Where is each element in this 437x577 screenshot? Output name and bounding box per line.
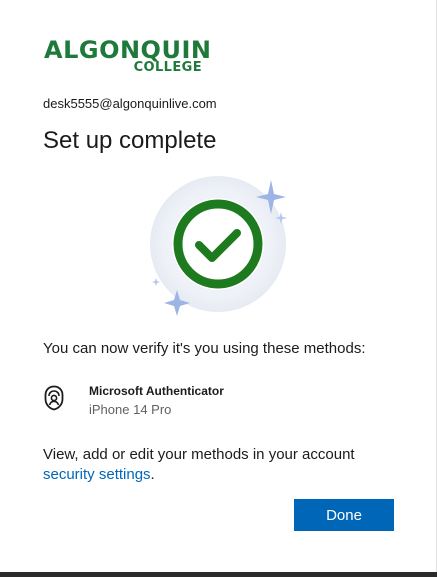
methods-description: You can now verify it's you using these … <box>43 340 366 357</box>
done-button[interactable]: Done <box>294 499 394 531</box>
page-title: Set up complete <box>43 127 217 154</box>
account-email: desk5555@algonquinlive.com <box>43 96 217 111</box>
inner-disc <box>172 198 264 290</box>
manage-text-suffix: . <box>150 466 155 483</box>
success-illustration <box>140 176 300 326</box>
method-item-authenticator: Microsoft Authenticator iPhone 14 Pro <box>43 381 393 421</box>
sparkle-tiny-icon <box>152 278 160 286</box>
bottom-edge <box>0 572 437 577</box>
checkmark-circle-icon <box>150 176 287 316</box>
authenticator-lock-icon <box>43 385 65 411</box>
setup-complete-page: ALGONQUIN COLLEGE desk5555@algonquinlive… <box>0 0 437 577</box>
logo-line-1: ALGONQUIN <box>44 36 212 64</box>
manage-text-prefix: View, add or edit your methods in your a… <box>43 446 355 463</box>
manage-methods-text: View, add or edit your methods in your a… <box>43 445 403 485</box>
logo-line-2: COLLEGE <box>133 60 202 75</box>
security-settings-link[interactable]: security settings <box>43 466 151 483</box>
algonquin-college-logo: ALGONQUIN COLLEGE <box>44 38 211 78</box>
method-name: Microsoft Authenticator <box>89 384 224 398</box>
method-device: iPhone 14 Pro <box>89 402 172 417</box>
